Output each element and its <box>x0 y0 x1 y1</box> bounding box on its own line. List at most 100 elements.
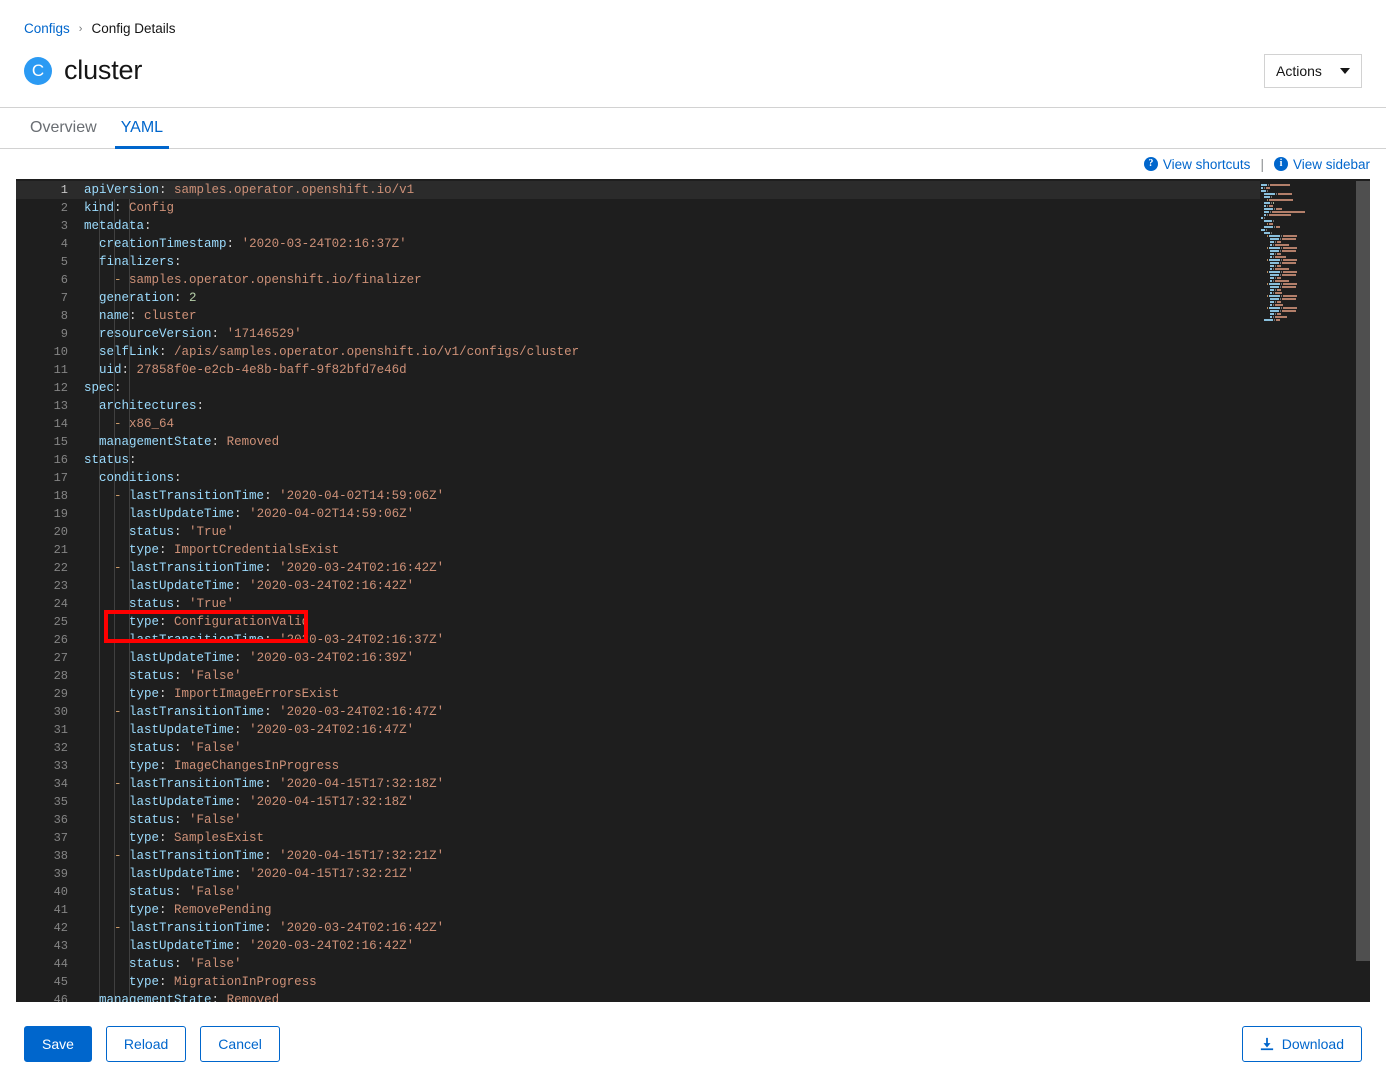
minimap-segment <box>1269 222 1273 225</box>
code-token-val: ImportCredentialsExist <box>174 543 340 557</box>
code-line[interactable]: managementState: Removed <box>84 433 1260 451</box>
code-token-key: status <box>129 885 175 899</box>
view-shortcuts-link[interactable]: ? View shortcuts <box>1143 157 1250 172</box>
code-line[interactable]: kind: Config <box>84 199 1260 217</box>
cancel-button[interactable]: Cancel <box>200 1026 280 1062</box>
code-line[interactable]: status: 'False' <box>84 667 1260 685</box>
code-line[interactable]: lastUpdateTime: '2020-04-02T14:59:06Z' <box>84 505 1260 523</box>
code-line[interactable]: lastUpdateTime: '2020-04-15T17:32:18Z' <box>84 793 1260 811</box>
minimap-segment <box>1273 243 1274 246</box>
code-line[interactable]: - lastTransitionTime: '2020-04-02T14:59:… <box>84 487 1260 505</box>
minimap-segment <box>1269 270 1280 273</box>
code-token-dash: - <box>114 777 130 791</box>
code-token-punc: : <box>211 435 227 449</box>
code-line[interactable]: type: SamplesExist <box>84 829 1260 847</box>
code-line[interactable]: name: cluster <box>84 307 1260 325</box>
code-line[interactable]: architectures: <box>84 397 1260 415</box>
save-button[interactable]: Save <box>24 1026 92 1062</box>
code-line[interactable]: type: ImageChangesInProgress <box>84 757 1260 775</box>
code-token-punc: : <box>174 291 190 305</box>
minimap-segment <box>1264 225 1273 228</box>
minimap-segment <box>1267 234 1268 237</box>
code-line[interactable]: status: <box>84 451 1260 469</box>
code-token-val: 'False' <box>189 741 242 755</box>
code-line[interactable]: type: RemovePending <box>84 901 1260 919</box>
code-token-punc: : <box>174 597 190 611</box>
line-number: 11 <box>53 363 68 377</box>
code-line[interactable]: metadata: <box>84 217 1260 235</box>
code-line[interactable]: - lastTransitionTime: '2020-04-15T17:32:… <box>84 847 1260 865</box>
code-token-key: type <box>129 759 160 773</box>
line-number: 8 <box>60 309 68 323</box>
view-sidebar-link[interactable]: i View sidebar <box>1273 156 1370 172</box>
code-line[interactable]: status: 'False' <box>84 883 1260 901</box>
minimap-segment <box>1270 240 1274 243</box>
code-line[interactable]: - lastTransitionTime: '2020-03-24T02:16:… <box>84 703 1260 721</box>
view-sidebar-label: View sidebar <box>1292 156 1370 172</box>
code-line[interactable]: creationTimestamp: '2020-03-24T02:16:37Z… <box>84 235 1260 253</box>
code-line[interactable]: lastUpdateTime: '2020-03-24T02:16:42Z' <box>84 577 1260 595</box>
minimap-segment <box>1268 183 1269 186</box>
minimap-segment <box>1275 252 1276 255</box>
actions-button[interactable]: Actions <box>1264 53 1362 88</box>
code-line[interactable]: status: 'True' <box>84 595 1260 613</box>
minimap-segment <box>1264 216 1265 219</box>
line-number: 31 <box>53 723 68 737</box>
code-line[interactable]: type: MigrationInProgress <box>84 973 1260 991</box>
code-token-val: 'False' <box>189 813 242 827</box>
minimap-segment <box>1269 213 1291 216</box>
code-line[interactable]: conditions: <box>84 469 1260 487</box>
code-line[interactable]: lastUpdateTime: '2020-03-24T02:16:42Z' <box>84 937 1260 955</box>
tab-overview[interactable]: Overview <box>24 108 109 148</box>
code-token-val: '2020-04-15T17:32:18Z' <box>279 777 445 791</box>
editor-code-area[interactable]: apiVersion: samples.operator.openshift.i… <box>84 179 1260 1002</box>
code-line[interactable]: - lastTransitionTime: '2020-04-15T17:32:… <box>84 775 1260 793</box>
minimap-segment <box>1270 183 1290 186</box>
code-line[interactable]: - lastTransitionTime: '2020-03-24T02:16:… <box>84 559 1260 577</box>
scrollbar-thumb[interactable] <box>1356 181 1370 961</box>
reload-button[interactable]: Reload <box>105 1026 187 1062</box>
code-line[interactable]: lastUpdateTime: '2020-04-15T17:32:21Z' <box>84 865 1260 883</box>
minimap-segment <box>1264 231 1270 234</box>
code-line[interactable]: spec: <box>84 379 1260 397</box>
code-token-punc: : <box>196 399 205 413</box>
code-token-punc: : <box>174 471 182 485</box>
code-line[interactable]: generation: 2 <box>84 289 1260 307</box>
line-number: 44 <box>53 957 68 971</box>
minimap-segment <box>1271 201 1272 204</box>
yaml-editor[interactable]: 1 2 3 4 5 6 7 8 9 10 11 12 13 14 15 16 17 18 19 20 21 22 23 24 2… <box>16 179 1370 1002</box>
code-line[interactable]: status: 'False' <box>84 739 1260 757</box>
minimap-segment <box>1273 279 1274 282</box>
tab-yaml[interactable]: YAML <box>109 108 175 149</box>
line-number: 26 <box>53 633 68 647</box>
code-line[interactable]: type: ImportImageErrorsExist <box>84 685 1260 703</box>
code-line[interactable]: managementState: Removed <box>84 991 1260 1002</box>
code-line[interactable]: status: 'False' <box>84 955 1260 973</box>
code-line[interactable]: lastUpdateTime: '2020-03-24T02:16:39Z' <box>84 649 1260 667</box>
code-line[interactable]: finalizers: <box>84 253 1260 271</box>
code-line[interactable]: - lastTransitionTime: '2020-03-24T02:16:… <box>84 631 1260 649</box>
line-number: 41 <box>53 903 68 917</box>
code-token-dash: - <box>114 273 130 287</box>
code-line[interactable]: - x86_64 <box>84 415 1260 433</box>
breadcrumb-link-configs[interactable]: Configs <box>24 21 70 37</box>
code-token-key: lastTransitionTime <box>129 633 265 647</box>
code-line[interactable]: apiVersion: samples.operator.openshift.i… <box>84 181 1260 199</box>
code-line[interactable]: status: 'True' <box>84 523 1260 541</box>
code-line[interactable]: lastUpdateTime: '2020-03-24T02:16:47Z' <box>84 721 1260 739</box>
code-line[interactable]: type: ImportCredentialsExist <box>84 541 1260 559</box>
code-line[interactable]: type: ConfigurationValid <box>84 613 1260 631</box>
code-token-key: lastUpdateTime <box>129 579 235 593</box>
line-number: 27 <box>53 651 68 665</box>
minimap-segment <box>1270 264 1274 267</box>
code-line[interactable]: selfLink: /apis/samples.operator.openshi… <box>84 343 1260 361</box>
editor-minimap[interactable] <box>1260 179 1356 1002</box>
download-button[interactable]: Download <box>1241 1026 1362 1062</box>
code-line[interactable]: resourceVersion: '17146529' <box>84 325 1260 343</box>
code-line[interactable]: - lastTransitionTime: '2020-03-24T02:16:… <box>84 919 1260 937</box>
code-line[interactable]: - samples.operator.openshift.io/finalize… <box>84 271 1260 289</box>
code-line[interactable]: status: 'False' <box>84 811 1260 829</box>
code-line[interactable]: uid: 27858f0e-e2cb-4e8b-baff-9f82bfd7e46… <box>84 361 1260 379</box>
minimap-segment <box>1273 219 1274 222</box>
editor-vertical-scrollbar[interactable] <box>1356 179 1370 1002</box>
